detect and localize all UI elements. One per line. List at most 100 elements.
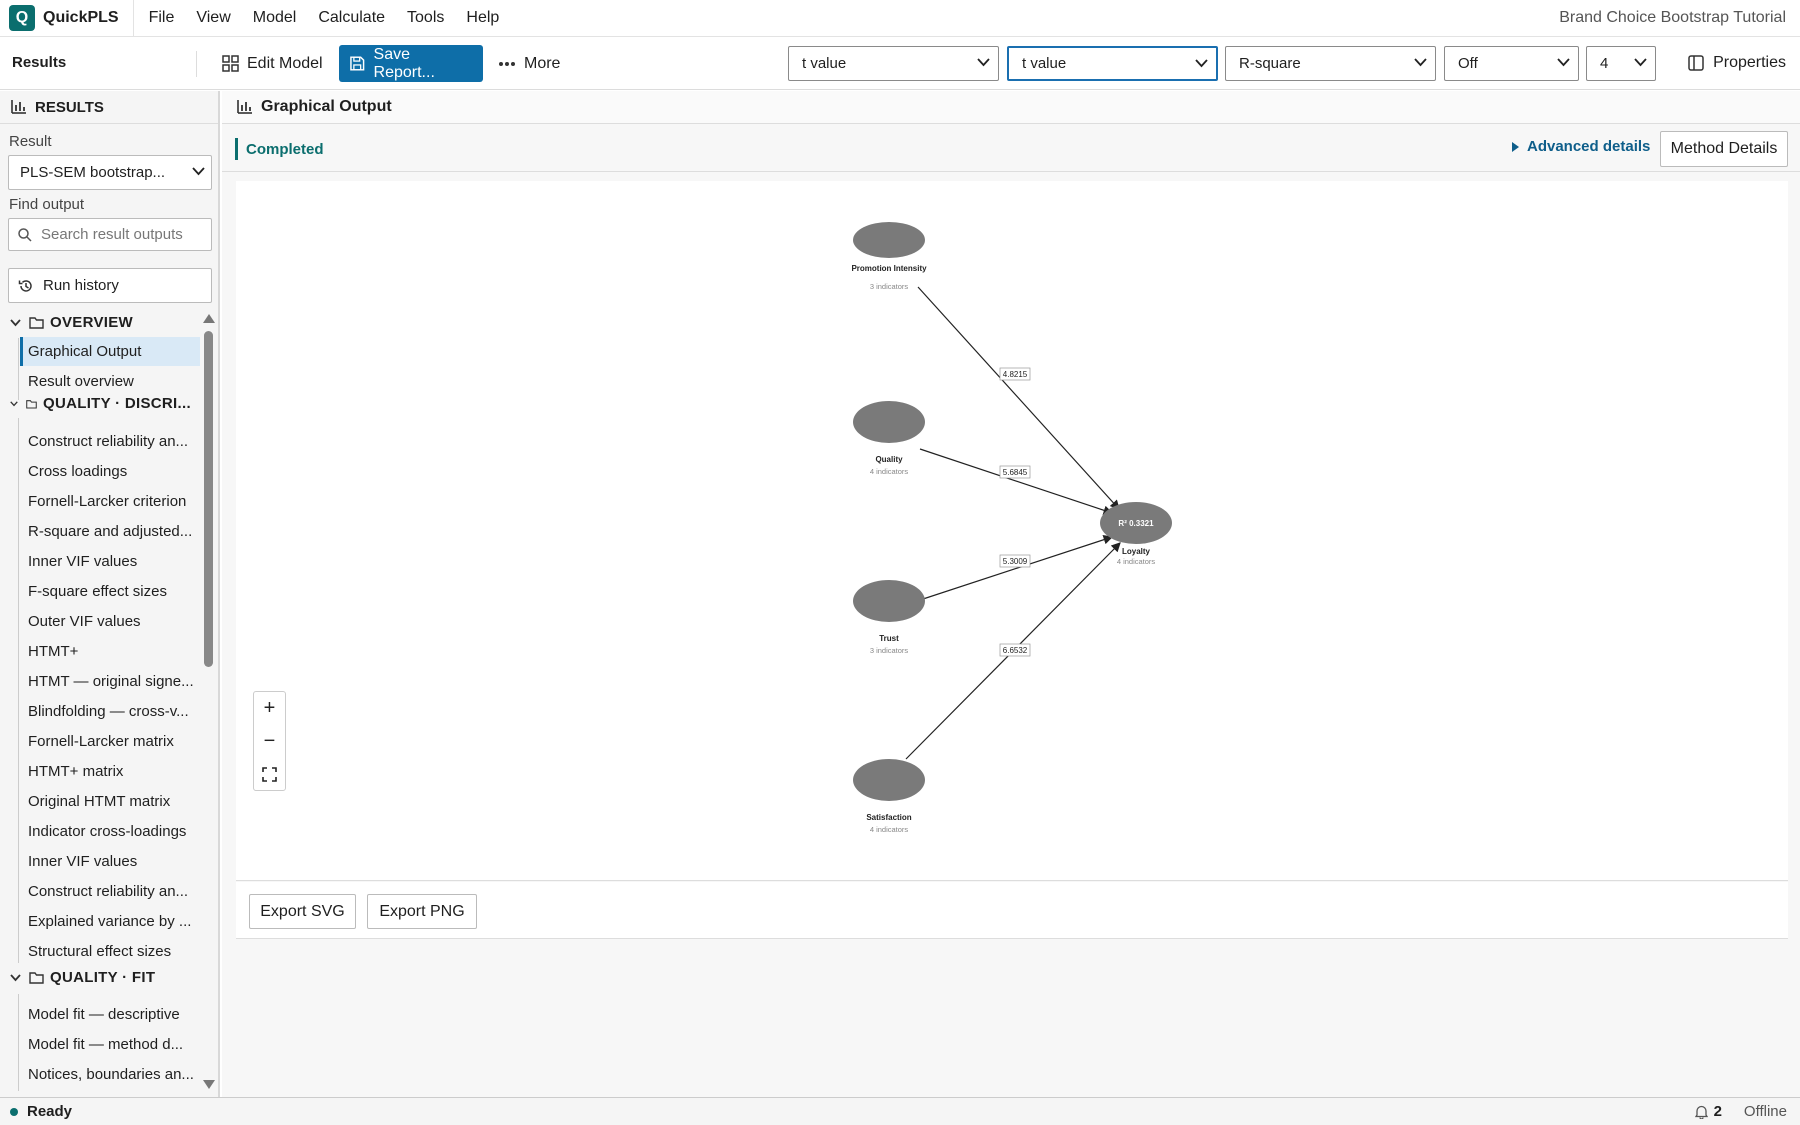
construct-name: Quality xyxy=(875,455,903,464)
tree-item[interactable]: Indicator cross-loadings xyxy=(20,817,200,846)
menu-calculate[interactable]: Calculate xyxy=(307,9,396,27)
construct-promotion-intensity[interactable]: Promotion Intensity 3 indicators xyxy=(851,222,927,291)
more-button[interactable]: More xyxy=(488,45,570,82)
save-report-label: Save Report... xyxy=(373,45,435,81)
chevron-down-icon xyxy=(1414,58,1427,67)
edit-model-button[interactable]: Edit Model xyxy=(212,45,333,82)
advanced-details-toggle[interactable]: Advanced details xyxy=(1512,138,1650,155)
caret-right-icon xyxy=(1512,141,1519,152)
construct-loyalty[interactable]: R² 0.3321 Loyalty 4 indicators xyxy=(1100,502,1172,566)
menu-view[interactable]: View xyxy=(185,9,241,27)
menu-tools[interactable]: Tools xyxy=(396,9,455,27)
method-details-button[interactable]: Method Details xyxy=(1660,131,1788,167)
run-history-button[interactable]: Run history xyxy=(8,268,212,303)
group-quality-discriminant[interactable]: QUALITY · DISCRI... xyxy=(10,395,191,412)
indicator-count: 4 indicators xyxy=(1117,557,1156,566)
tree-item[interactable]: HTMT+ matrix xyxy=(20,757,200,786)
tree-item[interactable]: Original HTMT matrix xyxy=(20,787,200,816)
tree-item[interactable]: Cross loadings xyxy=(20,457,200,486)
path-label-quality: 5.6845 xyxy=(999,465,1031,479)
scroll-down-arrow-icon[interactable] xyxy=(203,1080,215,1089)
tree-item[interactable]: HTMT — original signe... xyxy=(20,667,200,696)
path-label-trust: 5.3009 xyxy=(999,554,1031,568)
tree-item[interactable]: Structural effect sizes xyxy=(20,937,200,966)
outer-label-select[interactable]: t value xyxy=(1007,46,1218,81)
tree-item[interactable]: Notices, boundaries an... xyxy=(20,1060,200,1089)
export-png-button[interactable]: Export PNG xyxy=(367,894,477,929)
construct-label-select[interactable]: R-square xyxy=(1225,46,1436,81)
tree-item[interactable]: Model fit — method d... xyxy=(20,1030,200,1059)
tree-item[interactable]: Outer VIF values xyxy=(20,607,200,636)
construct-quality[interactable]: Quality 4 indicators xyxy=(853,401,925,476)
fit-view-button[interactable] xyxy=(254,758,285,791)
logo-icon: Q xyxy=(9,5,35,31)
properties-button[interactable]: Properties xyxy=(1688,54,1786,72)
construct-trust[interactable]: Trust 3 indicators xyxy=(853,580,925,655)
indicator-count: 4 indicators xyxy=(870,825,909,834)
r-square-label: R² 0.3321 xyxy=(1118,519,1154,528)
tree-item[interactable]: Inner VIF values xyxy=(20,847,200,876)
tree-item[interactable]: Fornell-Larcker criterion xyxy=(20,487,200,516)
decimals-select[interactable]: 4 xyxy=(1586,46,1656,81)
tree-item[interactable]: Blindfolding — cross-v... xyxy=(20,697,200,726)
tree-item[interactable]: HTMT+ xyxy=(20,637,200,666)
tree-item[interactable]: R-square and adjusted... xyxy=(20,517,200,546)
search-input[interactable] xyxy=(41,226,201,243)
find-output-label: Find output xyxy=(9,196,85,213)
scroll-up-arrow-icon[interactable] xyxy=(203,314,215,323)
main-panel: Graphical Output Completed Advanced deta… xyxy=(222,91,1800,1097)
indicator-count: 3 indicators xyxy=(870,646,909,655)
highlight-select[interactable]: Off xyxy=(1444,46,1579,81)
tree-item[interactable]: Model fit — descriptive xyxy=(20,1000,200,1029)
tree-item[interactable]: Explained variance by ... xyxy=(20,907,200,936)
toolbar-section-label: Results xyxy=(12,54,67,71)
history-icon xyxy=(18,279,32,292)
result-select[interactable]: PLS-SEM bootstrap... xyxy=(8,155,212,190)
tree-item[interactable]: Inner VIF values xyxy=(20,547,200,576)
bell-icon[interactable] xyxy=(1694,1104,1708,1119)
tree-item[interactable]: Construct reliability an... xyxy=(20,877,200,906)
zoom-in-button[interactable]: + xyxy=(254,692,285,725)
panel-header: Graphical Output xyxy=(222,91,1800,124)
scroll-thumb[interactable] xyxy=(204,331,213,667)
zoom-out-button[interactable]: − xyxy=(254,725,285,758)
tree-item[interactable]: Fornell-Larcker matrix xyxy=(20,727,200,756)
sidebar-scrollbar[interactable] xyxy=(202,311,215,1091)
tree-item-graphical-output[interactable]: Graphical Output xyxy=(20,337,200,366)
tree-item[interactable]: F-square effect sizes xyxy=(20,577,200,606)
highlight-value: Off xyxy=(1458,55,1478,72)
app-logo: Q QuickPLS xyxy=(0,0,134,37)
construct-satisfaction[interactable]: Satisfaction 4 indicators xyxy=(853,759,925,834)
grid-icon xyxy=(222,55,239,72)
menu-model[interactable]: Model xyxy=(242,9,308,27)
menu-file[interactable]: File xyxy=(138,9,186,27)
ellipsis-icon xyxy=(499,61,515,66)
status-dot-icon xyxy=(10,1107,18,1116)
menu-help[interactable]: Help xyxy=(455,9,510,27)
notification-count: 2 xyxy=(1713,1103,1722,1120)
construct-name: Satisfaction xyxy=(866,813,911,822)
path-label-promotion: 4.8215 xyxy=(999,367,1031,381)
t-value-label: 6.6532 xyxy=(1003,646,1028,655)
chevron-down-icon xyxy=(192,167,205,176)
statusbar-right: 2 Offline xyxy=(1694,1103,1787,1120)
tree-item-result-overview[interactable]: Result overview xyxy=(20,367,200,396)
group-overview[interactable]: OVERVIEW xyxy=(10,314,133,331)
panel-icon xyxy=(1688,55,1704,71)
path-label-select[interactable]: t value xyxy=(788,46,999,81)
save-report-button[interactable]: Save Report... xyxy=(339,45,483,82)
group-quality-fit[interactable]: QUALITY · FIT xyxy=(10,969,155,986)
project-title: Brand Choice Bootstrap Tutorial xyxy=(1559,9,1786,26)
tree-item[interactable]: Construct reliability an... xyxy=(20,427,200,456)
sidebar-title: RESULTS xyxy=(35,98,104,116)
save-icon xyxy=(350,56,365,71)
folder-icon xyxy=(26,399,37,409)
chevron-down-icon xyxy=(10,318,21,326)
group-quality-discriminant-label: QUALITY · DISCRI... xyxy=(43,395,191,412)
run-history-label: Run history xyxy=(43,277,119,294)
path-model-diagram: 4.8215 5.6845 5.3009 6.6532 Promotion In… xyxy=(851,222,1172,834)
app-name: QuickPLS xyxy=(43,9,119,26)
diagram-canvas[interactable]: 4.8215 5.6845 5.3009 6.6532 Promotion In… xyxy=(236,181,1788,881)
export-svg-button[interactable]: Export SVG xyxy=(249,894,356,929)
indicator-count: 4 indicators xyxy=(870,467,909,476)
